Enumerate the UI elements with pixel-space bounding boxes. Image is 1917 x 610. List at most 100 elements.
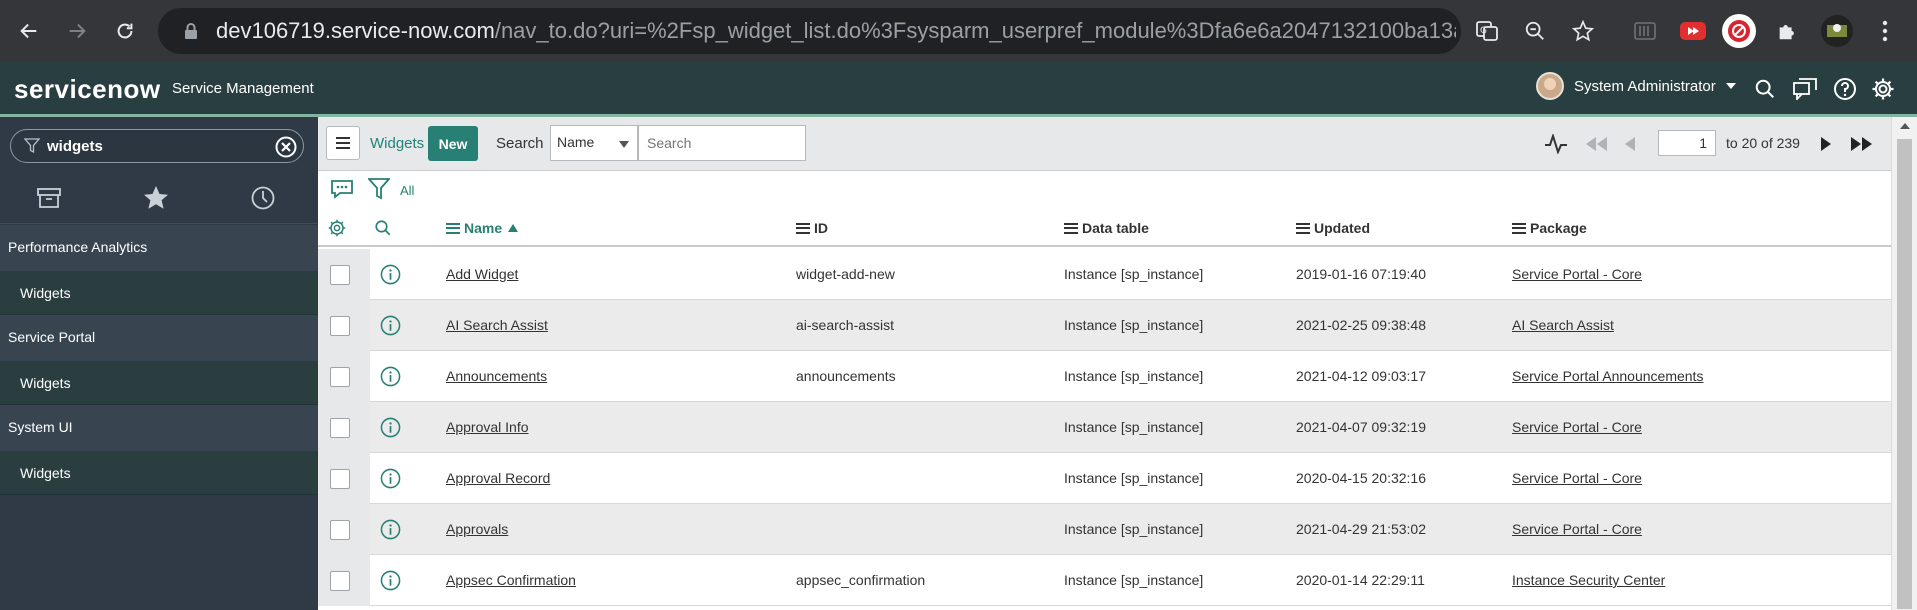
back-icon[interactable]	[12, 14, 46, 48]
personalize-list-gear-icon[interactable]	[328, 219, 346, 237]
cell-name[interactable]: AI Search Assist	[446, 317, 548, 333]
filter-all-breadcrumb[interactable]: All	[400, 183, 414, 198]
help-icon[interactable]	[1830, 74, 1860, 104]
column-header-id[interactable]: ID	[796, 220, 828, 236]
row-checkbox[interactable]	[330, 367, 350, 387]
navigator-filter[interactable]	[10, 129, 304, 163]
clear-filter-icon[interactable]	[275, 136, 297, 158]
list-context-menu-button[interactable]	[326, 126, 360, 160]
module-pa-widgets[interactable]: Widgets	[0, 271, 318, 315]
row-checkbox[interactable]	[330, 418, 350, 438]
cell-name[interactable]: Approvals	[446, 521, 508, 537]
cell-package[interactable]: Service Portal - Core	[1512, 266, 1642, 282]
info-icon[interactable]	[380, 468, 401, 489]
info-icon[interactable]	[380, 570, 401, 591]
module-sp-widgets[interactable]: Widgets	[0, 361, 318, 405]
comment-bubble-icon[interactable]	[330, 179, 354, 199]
zoom-out-icon[interactable]	[1518, 14, 1552, 48]
page-number-input[interactable]	[1658, 130, 1716, 156]
servicenow-logo[interactable]: servicenow	[14, 74, 161, 105]
cell-updated: 2021-04-07 09:32:19	[1296, 419, 1426, 435]
section-service-portal[interactable]: Service Portal	[0, 315, 318, 361]
cell-package[interactable]: Service Portal - Core	[1512, 521, 1642, 537]
puzzle-extensions-icon[interactable]	[1770, 14, 1804, 48]
translate-icon[interactable]: G	[1470, 14, 1504, 48]
row-checkbox[interactable]	[330, 571, 350, 591]
navigator-sidebar: Performance Analytics Widgets Service Po…	[0, 117, 318, 610]
scroll-up-icon[interactable]	[1900, 123, 1910, 129]
module-ui-widgets[interactable]: Widgets	[0, 451, 318, 495]
kebab-menu-icon[interactable]	[1868, 14, 1902, 48]
user-menu[interactable]: System Administrator	[1536, 72, 1736, 100]
cell-data-table: Instance [sp_instance]	[1064, 572, 1204, 588]
info-icon[interactable]	[380, 264, 401, 285]
row-select-cell	[318, 555, 370, 606]
row-checkbox[interactable]	[330, 520, 350, 540]
row-select-cell	[318, 504, 370, 555]
column-header-updated[interactable]: Updated	[1296, 220, 1370, 236]
youtube-extension-icon[interactable]	[1676, 14, 1710, 48]
cell-name[interactable]: Appsec Confirmation	[446, 572, 576, 588]
column-menu-icon	[796, 222, 810, 234]
cell-package[interactable]: Service Portal - Core	[1512, 470, 1642, 486]
navigator-filter-input[interactable]	[47, 137, 267, 155]
column-header-data-table[interactable]: Data table	[1064, 220, 1149, 236]
sort-ascending-icon	[508, 224, 519, 232]
column-header-name[interactable]: Name	[446, 220, 519, 236]
blocker-extension-icon[interactable]	[1722, 14, 1756, 48]
column-label: ID	[814, 220, 828, 236]
column-label: Updated	[1314, 220, 1370, 236]
row-select-cell	[318, 453, 370, 504]
cell-package[interactable]: Service Portal Announcements	[1512, 368, 1703, 384]
address-bar[interactable]: dev106719.service-now.com/nav_to.do?uri=…	[158, 8, 1461, 54]
activity-stream-icon[interactable]	[1542, 131, 1570, 157]
connect-chat-icon[interactable]	[1790, 74, 1820, 104]
url-path: /nav_to.do?uri=%2Fsp_widget_list.do%3Fsy…	[494, 18, 1456, 43]
cell-updated: 2020-04-15 20:32:16	[1296, 470, 1426, 486]
reload-icon[interactable]	[108, 14, 142, 48]
search-field-select[interactable]: Name	[550, 125, 638, 161]
column-header-package[interactable]: Package	[1512, 220, 1587, 236]
global-search-icon[interactable]	[1750, 74, 1780, 104]
caret-down-icon	[619, 141, 629, 148]
row-checkbox[interactable]	[330, 316, 350, 336]
row-checkbox[interactable]	[330, 469, 350, 489]
sidebar-divider	[0, 223, 318, 224]
info-icon[interactable]	[380, 366, 401, 387]
favorites-star-icon[interactable]	[143, 185, 169, 211]
bookmark-star-icon[interactable]	[1566, 14, 1600, 48]
cell-package[interactable]: AI Search Assist	[1512, 317, 1614, 333]
info-icon[interactable]	[380, 315, 401, 336]
filter-funnel-icon[interactable]	[368, 177, 390, 201]
cell-name[interactable]: Add Widget	[446, 266, 518, 282]
scrollbar-thumb[interactable]	[1897, 139, 1912, 609]
new-button[interactable]: New	[428, 126, 478, 161]
lock-icon	[180, 22, 202, 40]
settings-gear-icon[interactable]	[1868, 74, 1898, 104]
search-input[interactable]	[638, 125, 806, 161]
cell-name[interactable]: Approval Record	[446, 470, 550, 486]
list-toolbar: Widgets New Search Name to 20 of 239	[318, 117, 1891, 171]
cell-package[interactable]: Instance Security Center	[1512, 572, 1665, 588]
row-checkbox[interactable]	[330, 265, 350, 285]
cell-package[interactable]: Service Portal - Core	[1512, 419, 1642, 435]
next-page-icon[interactable]	[1812, 131, 1840, 157]
cell-updated: 2021-04-12 09:03:17	[1296, 368, 1426, 384]
cell-name[interactable]: Announcements	[446, 368, 547, 384]
cell-data-table: Instance [sp_instance]	[1064, 266, 1204, 282]
cell-data-table: Instance [sp_instance]	[1064, 470, 1204, 486]
last-page-icon[interactable]	[1848, 131, 1876, 157]
vertical-scrollbar[interactable]	[1891, 117, 1917, 610]
cell-name[interactable]: Approval Info	[446, 419, 529, 435]
forward-icon[interactable]	[60, 14, 94, 48]
extension-grid-icon[interactable]	[1628, 14, 1662, 48]
section-system-ui[interactable]: System UI	[0, 405, 318, 451]
info-icon[interactable]	[380, 417, 401, 438]
history-clock-icon[interactable]	[250, 185, 276, 211]
profile-avatar-icon[interactable]	[1820, 14, 1854, 48]
section-performance-analytics[interactable]: Performance Analytics	[0, 225, 318, 271]
column-search-icon[interactable]	[374, 219, 392, 237]
list-title[interactable]: Widgets	[370, 135, 424, 152]
info-icon[interactable]	[380, 519, 401, 540]
all-apps-archive-icon[interactable]	[36, 185, 62, 211]
